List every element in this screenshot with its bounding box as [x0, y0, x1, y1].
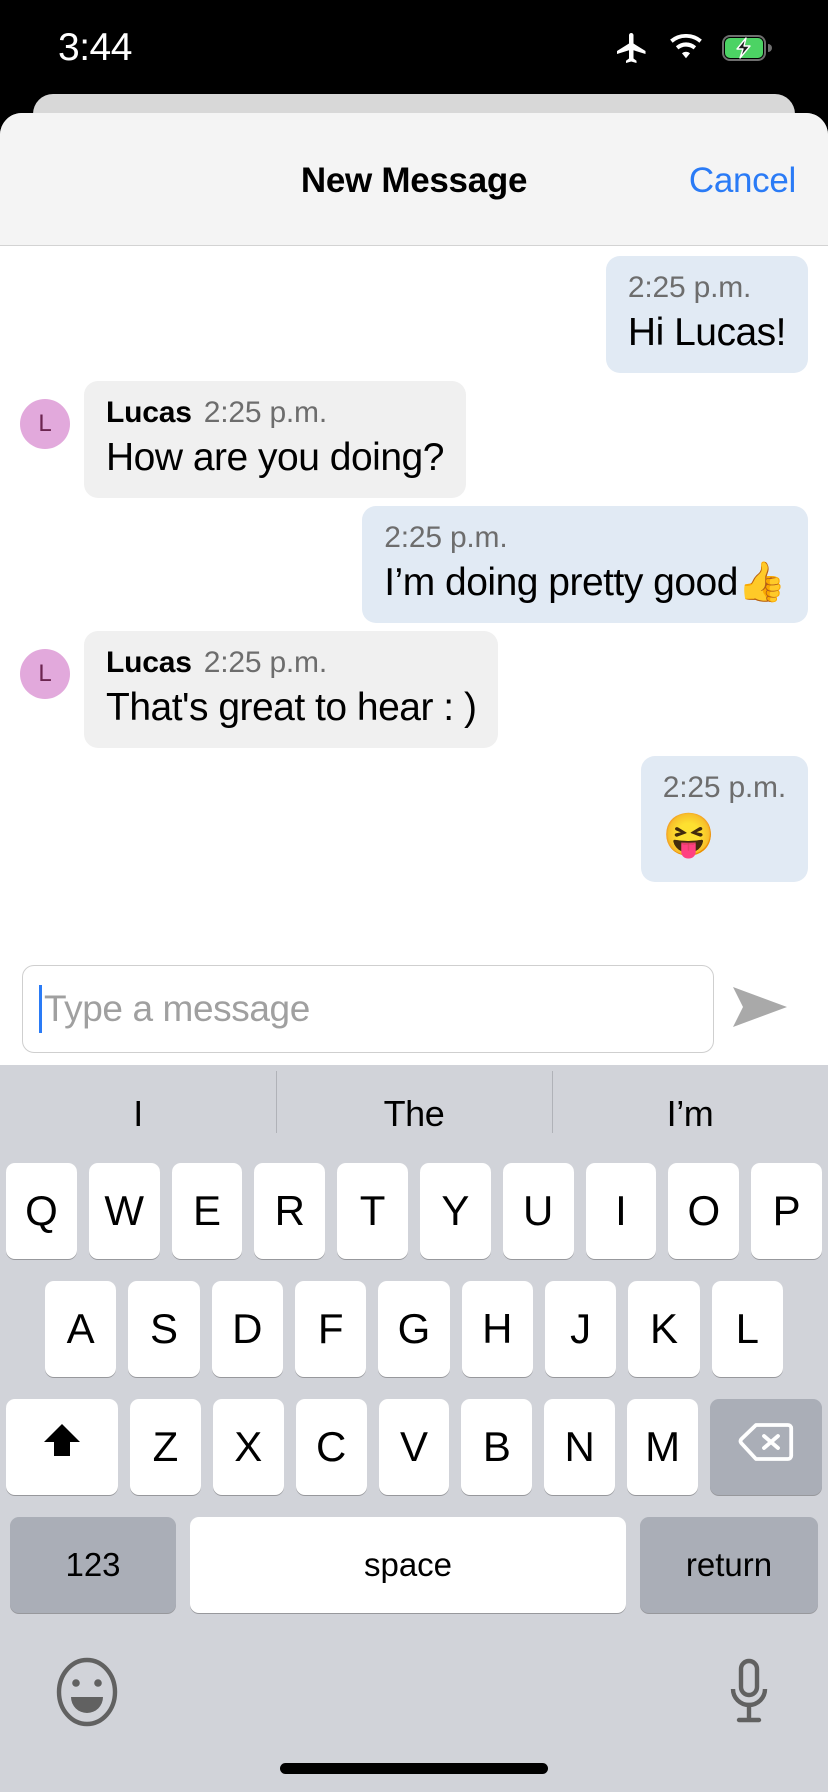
message-text: 😝 [662, 810, 715, 858]
message-meta: 2:25 p.m. [663, 769, 786, 807]
key-l[interactable]: L [711, 1281, 783, 1377]
message-time: 2:25 p.m. [384, 521, 508, 555]
key-m[interactable]: M [627, 1399, 699, 1495]
key-n[interactable]: N [544, 1399, 616, 1495]
key-q[interactable]: Q [6, 1163, 77, 1259]
key-a[interactable]: A [45, 1281, 117, 1377]
message-text: I’m doing pretty good👍 [384, 560, 786, 604]
key-y[interactable]: Y [420, 1163, 491, 1259]
on-screen-keyboard: I The I’m Q W E R T Y U I O P A S D F G … [0, 1065, 828, 1792]
message-text: Hi Lucas! [627, 310, 787, 354]
key-x[interactable]: X [212, 1399, 284, 1495]
key-e[interactable]: E [171, 1163, 243, 1259]
message-bubble-outgoing[interactable]: 2:25 p.m. 😝 [640, 756, 808, 883]
text-cursor [39, 985, 42, 1033]
backspace-icon [738, 1421, 794, 1473]
message-meta: 2:25 p.m. [384, 519, 786, 557]
message-time: 2:25 p.m. [662, 771, 786, 805]
numbers-key[interactable]: 123 [10, 1517, 176, 1613]
key-v[interactable]: V [378, 1399, 450, 1495]
shift-arrow-icon [38, 1418, 86, 1476]
keyboard-row-4: 123 space return [0, 1517, 828, 1613]
message-input[interactable]: Type a message [22, 965, 714, 1053]
composer-bar: Type a message [0, 960, 828, 1058]
send-arrow-icon [729, 984, 791, 1035]
key-f[interactable]: F [295, 1281, 367, 1377]
key-u[interactable]: U [502, 1163, 574, 1259]
status-icons [614, 30, 772, 66]
message-time: 2:25 p.m. [627, 271, 752, 304]
key-o[interactable]: O [668, 1163, 740, 1259]
prediction-item[interactable]: I [0, 1093, 276, 1135]
message-text: That's great to hear : ) [106, 685, 477, 729]
message-meta: Lucas 2:25 p.m. [106, 394, 444, 432]
status-bar: 3:44 [0, 0, 828, 96]
prediction-item[interactable]: The [276, 1071, 552, 1135]
key-h[interactable]: H [461, 1281, 533, 1377]
space-key[interactable]: space [190, 1517, 626, 1613]
key-j[interactable]: J [544, 1281, 617, 1377]
message-text: How are you doing? [106, 435, 444, 479]
message-input-placeholder: Type a message [44, 988, 310, 1029]
key-w[interactable]: W [88, 1163, 160, 1259]
key-z[interactable]: Z [130, 1399, 201, 1495]
key-g[interactable]: G [378, 1281, 450, 1377]
message-row: 2:25 p.m. Hi Lucas! [0, 256, 828, 374]
message-bubble-incoming[interactable]: Lucas 2:25 p.m. That's great to hear : ) [84, 631, 499, 749]
backspace-key[interactable] [710, 1399, 823, 1495]
message-row: L Lucas 2:25 p.m. That's great to hear : … [0, 631, 828, 749]
prediction-bar: I The I’m [0, 1065, 828, 1163]
status-time: 3:44 [58, 26, 132, 69]
emoji-face-icon[interactable] [54, 1655, 120, 1734]
avatar: L [20, 399, 70, 450]
message-row: L Lucas 2:25 p.m. How are you doing? [0, 381, 828, 499]
keyboard-row-2: A S D F G H J K L [0, 1281, 828, 1377]
message-bubble-outgoing[interactable]: 2:25 p.m. I’m doing pretty good👍 [362, 506, 808, 624]
message-thread[interactable]: 2:25 p.m. Hi Lucas! L Lucas 2:25 p.m. How… [0, 256, 828, 967]
keyboard-row-1: Q W E R T Y U I O P [0, 1163, 828, 1259]
home-indicator [280, 1763, 548, 1774]
key-b[interactable]: B [461, 1399, 533, 1495]
message-sender: Lucas [106, 646, 192, 680]
message-row: 2:25 p.m. I’m doing pretty good👍 [0, 506, 828, 624]
message-time: 2:25 p.m. [203, 396, 327, 430]
return-key[interactable]: return [640, 1517, 818, 1613]
message-sender: Lucas [106, 396, 192, 430]
send-button[interactable] [714, 984, 806, 1035]
microphone-icon[interactable] [724, 1655, 774, 1734]
battery-charging-icon [722, 35, 772, 61]
message-bubble-outgoing[interactable]: 2:25 p.m. Hi Lucas! [605, 256, 808, 374]
key-i[interactable]: I [585, 1163, 657, 1259]
prediction-item[interactable]: I’m [552, 1071, 828, 1135]
keyboard-row-3: Z X C V B N M [0, 1399, 828, 1495]
message-meta: 2:25 p.m. [628, 269, 786, 307]
avatar: L [20, 649, 70, 700]
airplane-mode-icon [614, 30, 650, 66]
key-s[interactable]: S [128, 1281, 200, 1377]
message-row: 2:25 p.m. 😝 [0, 756, 828, 883]
message-time: 2:25 p.m. [203, 646, 327, 680]
keyboard-bottom-bar [0, 1635, 828, 1734]
key-d[interactable]: D [211, 1281, 283, 1377]
sheet-header: New Message Cancel [0, 113, 828, 246]
cancel-button[interactable]: Cancel [689, 161, 796, 201]
message-meta: Lucas 2:25 p.m. [106, 644, 476, 682]
key-c[interactable]: C [295, 1399, 367, 1495]
shift-key[interactable] [6, 1399, 118, 1495]
key-p[interactable]: P [751, 1163, 822, 1259]
key-r[interactable]: R [254, 1163, 326, 1259]
key-k[interactable]: K [628, 1281, 700, 1377]
message-bubble-incoming[interactable]: Lucas 2:25 p.m. How are you doing? [84, 381, 466, 499]
wifi-icon [667, 34, 705, 62]
key-t[interactable]: T [337, 1163, 408, 1259]
